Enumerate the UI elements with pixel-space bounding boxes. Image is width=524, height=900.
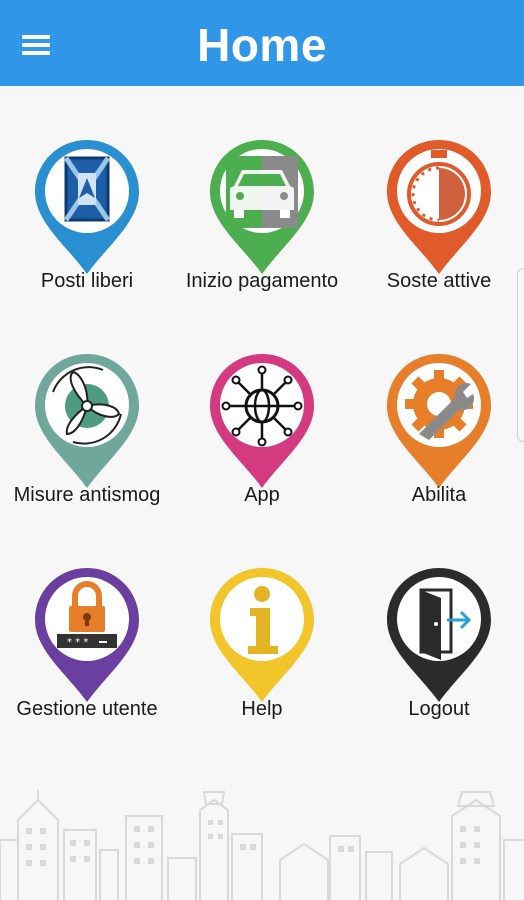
app-bar: Home: [0, 0, 524, 86]
network-globe-icon: [210, 354, 314, 488]
page-title: Home: [197, 19, 327, 71]
gear-wrench-icon: [387, 354, 491, 488]
tile-posti-liberi[interactable]: Posti liberi: [0, 138, 174, 318]
door-exit-icon: [387, 568, 491, 702]
tile-label: Help: [241, 698, 283, 720]
map-pin-icon: [35, 140, 139, 274]
car-icon: [210, 140, 314, 274]
fan-icon: [35, 354, 139, 488]
info-icon: [210, 568, 314, 702]
tile-label: Soste attive: [386, 270, 492, 292]
tile-label: App: [244, 484, 280, 506]
tile-label: Misure antismog: [13, 484, 161, 506]
tile-abilita[interactable]: Abilita: [352, 352, 524, 532]
tile-label: Abilita: [411, 484, 467, 506]
skyline-illustration: [0, 790, 524, 900]
tile-label: Posti liberi: [40, 270, 134, 292]
tile-gestione-utente[interactable]: * * * Gestione utente: [0, 566, 174, 746]
tile-help[interactable]: Help: [175, 566, 349, 746]
svg-text:* * *: * * *: [67, 637, 88, 648]
tile-label: Inizio pagamento: [185, 270, 339, 292]
tile-inizio-pagamento[interactable]: Inizio pagamento: [175, 138, 349, 318]
tile-app[interactable]: App: [175, 352, 349, 532]
tile-label: Gestione utente: [16, 698, 158, 720]
timer-icon: [387, 140, 491, 274]
tile-misure-antismog[interactable]: Misure antismog: [0, 352, 174, 532]
tile-soste-attive[interactable]: Soste attive: [352, 138, 524, 318]
lock-password-icon: * * *: [35, 568, 139, 702]
tile-label: Logout: [408, 698, 470, 720]
tile-logout[interactable]: Logout: [352, 566, 524, 746]
